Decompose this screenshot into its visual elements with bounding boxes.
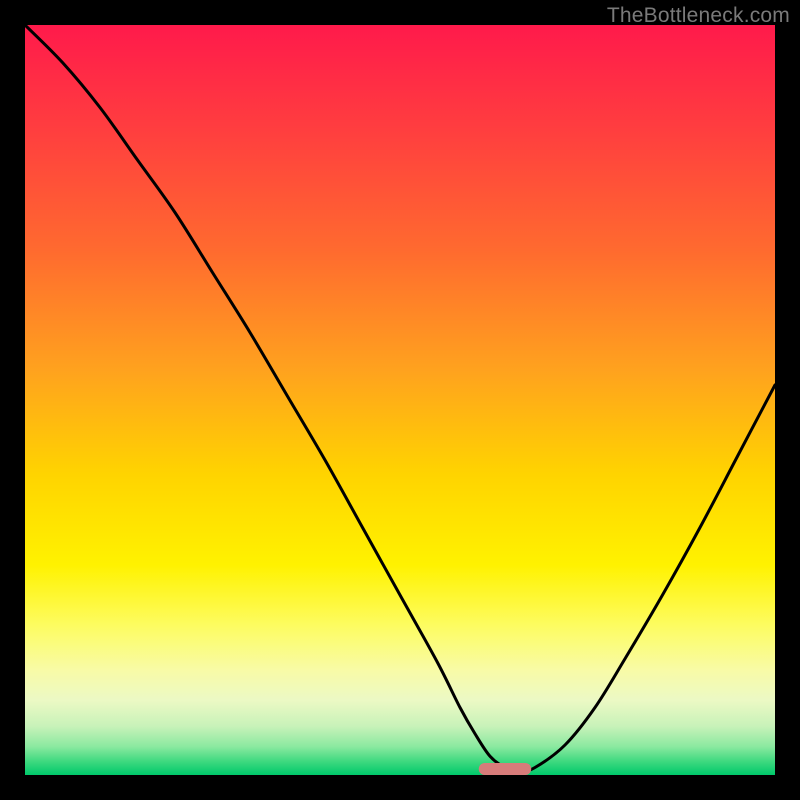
optimum-marker (479, 763, 532, 775)
gradient-background (25, 25, 775, 775)
plot-svg (25, 25, 775, 775)
chart-frame: TheBottleneck.com (0, 0, 800, 800)
plot-area (25, 25, 775, 775)
